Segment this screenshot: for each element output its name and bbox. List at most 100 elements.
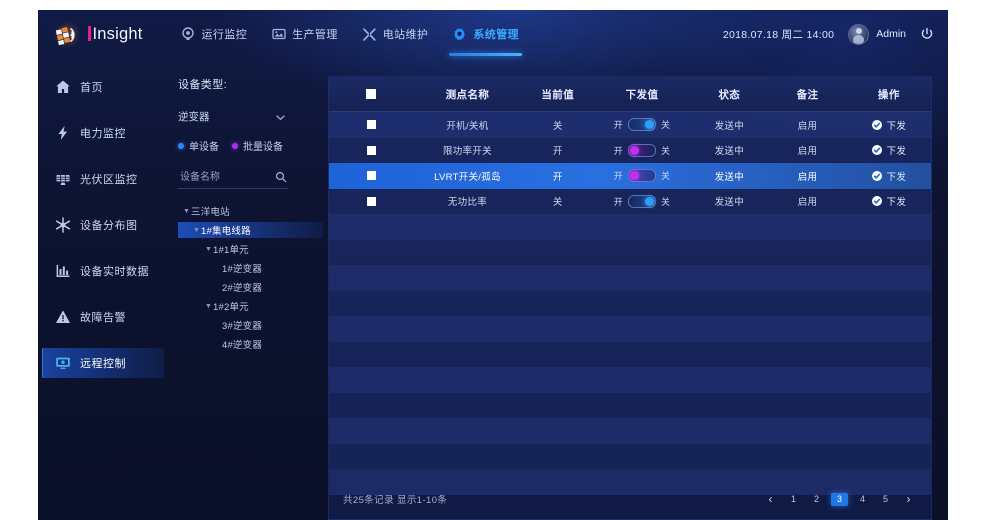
table-row-empty — [329, 239, 931, 265]
chevron-right-icon[interactable]: › — [900, 492, 917, 506]
sidebar: 首页 电力监控 光伏区监控 设备分布图 设备实时数据 故障告警 远程控制 — [38, 58, 168, 520]
control-points-table: 测点名称 当前值 下发值 状态 备注 操作 开机/关机 关 开 关 发送中 启用… — [329, 77, 931, 495]
dispatch-toggle[interactable] — [628, 143, 657, 157]
radio-dot-icon — [232, 142, 238, 149]
toggle-on-label: 开 — [613, 120, 624, 131]
column-operation: 操作 — [846, 77, 931, 112]
column-status: 状态 — [690, 77, 769, 112]
tree-node-station[interactable]: ▼ 三洋电站 — [178, 203, 323, 219]
nav-item-system-management[interactable]: 系统管理 — [440, 10, 531, 58]
search-input[interactable] — [178, 170, 270, 184]
page-button-4[interactable]: 4 — [854, 493, 871, 506]
sidebar-item-remote-control[interactable]: 远程控制 — [42, 348, 164, 378]
nav-item-operation-monitor[interactable]: 运行监控 — [169, 10, 260, 58]
panel-image-icon — [271, 27, 286, 42]
toggle-knob — [645, 120, 655, 130]
table-footer: 共25条记录 显示1-10条 ‹ 1 2 3 4 5 › — [329, 479, 931, 519]
table-header: 测点名称 当前值 下发值 状态 备注 操作 — [329, 77, 931, 112]
dispatch-label: 下发 — [886, 146, 907, 158]
avatar[interactable] — [848, 23, 870, 45]
table-row[interactable]: 限功率开关 开 开 关 发送中 启用 下发 — [329, 137, 931, 164]
tree-node-label: 2#逆变器 — [222, 283, 263, 294]
sidebar-item-power-monitor[interactable]: 电力监控 — [42, 118, 164, 148]
tree-node-unit-1[interactable]: ▼ 1#1单元 — [178, 241, 323, 257]
sidebar-item-device-map[interactable]: 设备分布图 — [42, 210, 164, 240]
page-button-5[interactable]: 5 — [877, 493, 894, 506]
nav-label: 生产管理 — [292, 29, 338, 41]
device-tree-panel: 设备类型: 逆变器 单设备 批量设备 设备名称 ▼ 三洋电站 ▼ 1#集电线路 … — [168, 58, 323, 520]
dispatch-toggle[interactable] — [628, 169, 657, 183]
nav-item-production-management[interactable]: 生产管理 — [259, 10, 350, 58]
tree-node-feeder[interactable]: ▼ 1#集电线路 — [178, 222, 323, 238]
device-type-select[interactable]: 逆变器 — [178, 106, 288, 126]
row-checkbox[interactable] — [366, 196, 376, 206]
toggle-off-label: 关 — [661, 145, 671, 156]
select-all-checkbox[interactable] — [366, 89, 377, 100]
check-circle-icon — [871, 145, 882, 156]
row-checkbox[interactable] — [366, 171, 376, 181]
tree-node-label: 三洋电站 — [191, 207, 230, 218]
row-checkbox[interactable] — [366, 120, 376, 130]
radio-dot-icon — [178, 142, 184, 149]
tree-node-unit-2[interactable]: ▼ 1#2单元 — [178, 298, 323, 314]
cell-remark: 启用 — [797, 171, 818, 183]
search-icon[interactable] — [275, 170, 287, 188]
sidebar-item-realtime-data[interactable]: 设备实时数据 — [42, 256, 164, 286]
tree-node-inverter-2[interactable]: 2#逆变器 — [178, 279, 323, 295]
cell-status: 发送中 — [714, 171, 744, 183]
power-icon[interactable] — [919, 27, 934, 42]
dispatch-toggle[interactable] — [628, 194, 657, 208]
user-name: Admin — [876, 28, 906, 40]
dispatch-button[interactable]: 下发 — [848, 194, 930, 208]
toggle-on-label: 开 — [613, 171, 624, 182]
chevron-left-icon[interactable]: ‹ — [762, 492, 779, 506]
device-search-box[interactable] — [178, 166, 288, 189]
tree-node-label: 1#集电线路 — [201, 226, 251, 237]
control-points-panel: 测点名称 当前值 下发值 状态 备注 操作 开机/关机 关 开 关 发送中 启用… — [328, 76, 932, 520]
brand-logo[interactable]: Insight — [54, 20, 143, 48]
table-row[interactable]: 无功比率 关 开 关 发送中 启用 下发 — [329, 188, 931, 215]
page-button-2[interactable]: 2 — [808, 493, 825, 506]
sidebar-item-fault-alarm[interactable]: 故障告警 — [42, 302, 164, 332]
dispatch-label: 下发 — [886, 120, 907, 132]
table-header-row: 测点名称 当前值 下发值 状态 备注 操作 — [329, 77, 931, 112]
screenshot-root: Insight 运行监控 生产管理 电站维护 系统管理 2018.07.18 周… — [0, 0, 990, 520]
tree-node-inverter-1[interactable]: 1#逆变器 — [178, 260, 323, 276]
dispatch-button[interactable]: 下发 — [848, 169, 930, 183]
radio-label: 单设备 — [189, 142, 219, 153]
tree-node-inverter-4[interactable]: 4#逆变器 — [178, 336, 323, 352]
dispatch-toggle[interactable] — [628, 118, 657, 132]
cell-dispatch-value: 开 关 — [594, 138, 690, 164]
app-body: 首页 电力监控 光伏区监控 设备分布图 设备实时数据 故障告警 远程控制 设备类… — [38, 58, 948, 520]
dispatch-button[interactable]: 下发 — [848, 118, 930, 132]
page-button-3[interactable]: 3 — [831, 492, 848, 506]
cell-point-name: 无功比率 — [447, 197, 488, 209]
sidebar-item-home[interactable]: 首页 — [42, 72, 164, 102]
cell-remark: 启用 — [797, 120, 818, 132]
tree-node-inverter-3[interactable]: 3#逆变器 — [178, 317, 323, 333]
cell-current-value: 关 — [552, 120, 563, 132]
toggle-knob — [630, 171, 640, 181]
sidebar-item-pv-zone-monitor[interactable]: 光伏区监控 — [42, 164, 164, 194]
radio-batch-device[interactable]: 批量设备 — [232, 138, 283, 153]
table-row-empty — [329, 443, 931, 469]
cell-dispatch-value: 开 关 — [594, 163, 690, 189]
tree-node-label: 1#1单元 — [213, 245, 249, 256]
column-point-name: 测点名称 — [413, 77, 522, 112]
toggle-on-label: 开 — [613, 196, 624, 207]
row-checkbox-cell — [329, 189, 413, 215]
table-row[interactable]: LVRT开关/孤岛 开 开 关 发送中 启用 下发 — [329, 163, 931, 189]
row-checkbox[interactable] — [366, 145, 376, 155]
sidebar-item-label: 故障告警 — [80, 312, 126, 324]
dispatch-button[interactable]: 下发 — [848, 143, 930, 157]
nav-item-station-maintenance[interactable]: 电站维护 — [350, 10, 441, 58]
tree-node-label: 3#逆变器 — [222, 321, 263, 332]
table-row[interactable]: 开机/关机 关 开 关 发送中 启用 下发 — [329, 111, 931, 138]
page-button-1[interactable]: 1 — [785, 493, 802, 506]
radio-label: 批量设备 — [243, 142, 283, 153]
device-tree: ▼ 三洋电站 ▼ 1#集电线路 ▼ 1#1单元 1#逆变器 2#逆变器 ▼ 1#… — [178, 203, 323, 352]
sidebar-item-label: 远程控制 — [80, 358, 126, 370]
active-nav-underline — [449, 53, 522, 56]
caret-down-icon: ▼ — [205, 245, 212, 253]
radio-single-device[interactable]: 单设备 — [178, 138, 219, 153]
